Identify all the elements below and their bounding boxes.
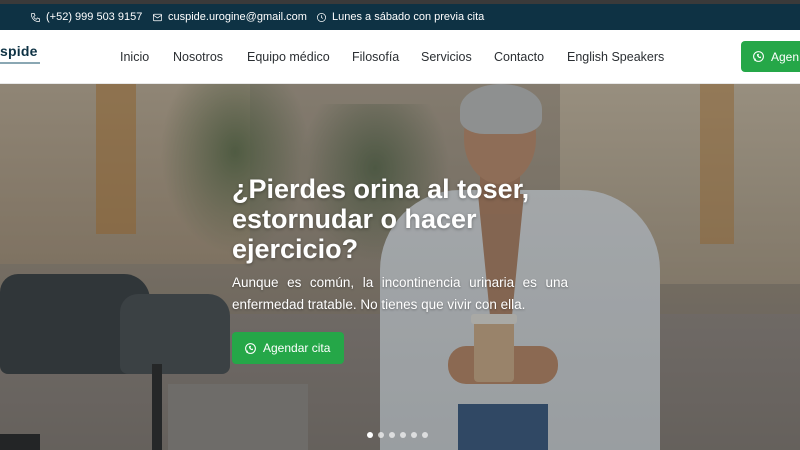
hero-subtitle: Aunque es común, la incontinencia urinar… xyxy=(232,275,568,312)
whatsapp-icon xyxy=(245,342,256,354)
agendar-cta-button[interactable]: Agen xyxy=(741,41,800,72)
contact-email-text: cuspide.urogine@gmail.com xyxy=(168,11,307,23)
nav-item-servicios[interactable]: Servicios xyxy=(421,30,472,84)
contact-bar: (+52) 999 503 9157 cuspide.urogine@gmail… xyxy=(0,4,800,30)
logo-tagline-line xyxy=(0,62,40,64)
hero-title: ¿Pierdes orina al toser, estornudar o ha… xyxy=(232,174,530,264)
hero-dark-overlay xyxy=(0,84,800,450)
agendar-cita-label: Agendar cita xyxy=(263,341,331,355)
whatsapp-icon xyxy=(753,51,764,62)
carousel-dot-3[interactable] xyxy=(389,432,395,438)
site-logo[interactable]: spide xyxy=(0,43,50,71)
carousel-dots xyxy=(367,432,428,440)
carousel-dot-2[interactable] xyxy=(378,432,384,438)
contact-hours: Lunes a sábado con previa cita xyxy=(316,4,484,30)
nav-item-english-speakers[interactable]: English Speakers xyxy=(567,30,664,84)
contact-phone-text: (+52) 999 503 9157 xyxy=(46,11,143,23)
carousel-dot-6[interactable] xyxy=(422,432,428,438)
agendar-cta-label: Agen xyxy=(771,49,800,64)
phone-icon xyxy=(31,12,40,22)
carousel-dot-1[interactable] xyxy=(367,432,373,438)
nav-item-contacto[interactable]: Contacto xyxy=(494,30,544,84)
hero-banner: ¿Pierdes orina al toser, estornudar o ha… xyxy=(0,84,800,450)
mail-icon xyxy=(153,13,162,21)
logo-text: spide xyxy=(0,43,38,59)
nav-item-filosofia[interactable]: Filosofía xyxy=(352,30,399,84)
contact-hours-text: Lunes a sábado con previa cita xyxy=(332,11,485,23)
clock-icon xyxy=(317,12,326,22)
carousel-dot-5[interactable] xyxy=(411,432,417,438)
nav-item-nosotros[interactable]: Nosotros xyxy=(173,30,223,84)
nav-item-equipo-medico[interactable]: Equipo médico xyxy=(247,30,330,84)
agendar-cita-button[interactable]: Agendar cita xyxy=(232,332,344,364)
main-navbar: spide Inicio Nosotros Equipo médico Filo… xyxy=(0,30,800,84)
carousel-dot-4[interactable] xyxy=(400,432,406,438)
nav-item-inicio[interactable]: Inicio xyxy=(120,30,149,84)
contact-email[interactable]: cuspide.urogine@gmail.com xyxy=(152,4,307,30)
contact-phone[interactable]: (+52) 999 503 9157 xyxy=(30,4,142,30)
